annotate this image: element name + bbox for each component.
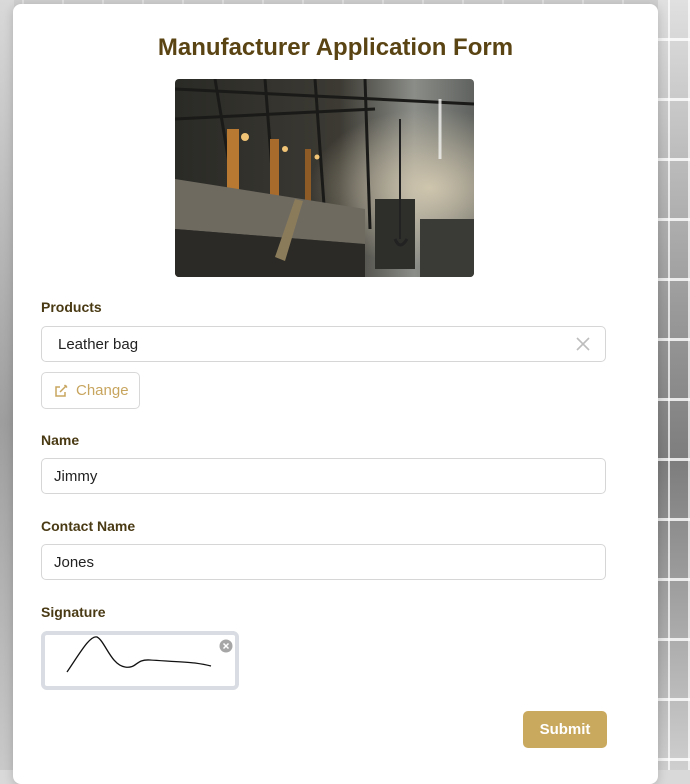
edit-icon: [54, 384, 68, 402]
contact-name-label: Contact Name: [41, 518, 136, 534]
factory-image: [175, 79, 474, 277]
products-selected-value: Leather bag: [58, 336, 139, 353]
signature-drawing: [66, 636, 212, 673]
change-button-label: Change: [76, 382, 129, 399]
name-field[interactable]: [41, 458, 606, 494]
contact-name-input[interactable]: [54, 545, 574, 579]
name-label: Name: [41, 432, 80, 448]
clear-circle-icon[interactable]: [219, 639, 233, 658]
products-label: Products: [41, 299, 102, 315]
name-input[interactable]: [54, 459, 574, 493]
form-card: Manufacturer Application Form Products L…: [13, 4, 658, 784]
signature-pad[interactable]: [41, 631, 239, 690]
change-button[interactable]: Change: [41, 372, 140, 409]
background-left-edge: [0, 0, 14, 770]
contact-name-field[interactable]: [41, 544, 606, 580]
products-select[interactable]: Leather bag: [41, 326, 606, 362]
close-icon[interactable]: [575, 336, 591, 352]
background-right-edge: [658, 0, 690, 770]
submit-button[interactable]: Submit: [523, 711, 607, 748]
signature-label: Signature: [41, 604, 106, 620]
form-title: Manufacturer Application Form: [157, 34, 514, 61]
